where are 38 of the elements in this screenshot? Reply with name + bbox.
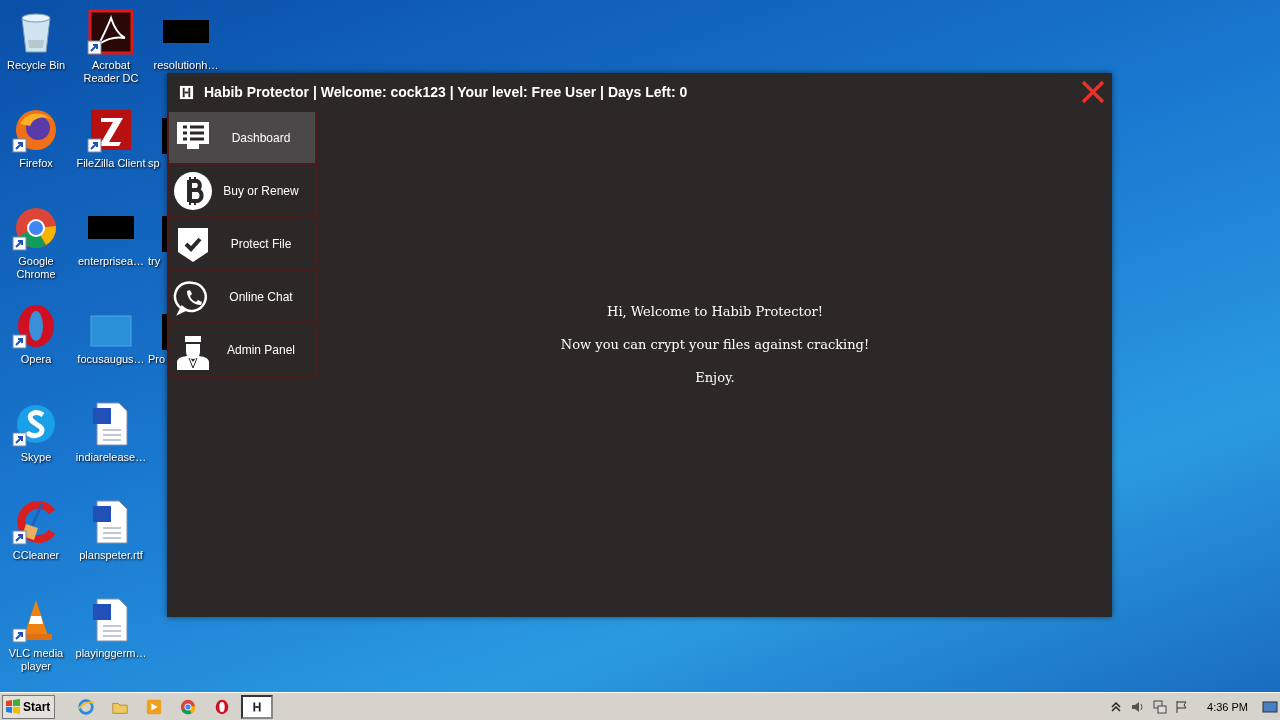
play-icon [145,697,164,716]
welcome-text: Enjoy. [695,370,735,385]
icon-label[interactable]: planspeter.rtf [79,549,143,562]
start-button[interactable]: Start [2,694,56,719]
app-logo-icon [179,84,194,100]
icon-label[interactable]: resolutionh… [153,59,219,72]
icon-label[interactable]: try [148,255,161,268]
flag-icon [1175,699,1190,714]
icon-label[interactable]: Firefox [19,157,53,170]
close-button[interactable] [1080,79,1106,105]
circle-logo-icon [179,697,198,716]
show-desktop-icon [1262,698,1278,715]
taskbar-button[interactable] [241,694,274,719]
network-icon [1153,699,1168,714]
coin-icon [173,170,213,211]
window-title: Habib Protector | Welcome: cock123 | Your level: Free User | Days Left: 0 [204,84,689,100]
icon-label[interactable]: Opera [20,353,52,366]
speaker-icon [1131,699,1146,714]
icon-label[interactable]: Pro [148,353,166,366]
icon-label[interactable]: CCleaner [12,549,60,562]
icon-label[interactable]: playinggerm… [75,647,147,660]
icon-label[interactable]: Google Chrome [0,255,74,281]
browser-icon [77,697,96,716]
close-icon [1080,79,1106,105]
windows-logo-icon [5,698,21,715]
icon-label[interactable]: Acrobat Reader DC [73,59,149,85]
icon-label[interactable]: FileZilla Client [76,157,146,170]
icon-label[interactable]: indiarelease… [75,451,147,464]
icon-label[interactable]: Recycle Bin [6,59,66,72]
welcome-text: Now you can crypt your files against cracking! [560,337,870,352]
icon-label[interactable]: VLC media player [0,647,74,673]
sidebar-item[interactable]: Dashboard [169,112,315,163]
icon-label[interactable]: focusaugus… [77,353,145,366]
icon-label[interactable]: enterprisea… [77,255,144,268]
welcome-text: Hi, Welcome to Habib Protector! [607,304,823,319]
clock: 4:36 PM [1207,700,1248,713]
icon-label[interactable]: Skype [20,451,52,464]
icon-label[interactable]: sp [148,157,160,170]
